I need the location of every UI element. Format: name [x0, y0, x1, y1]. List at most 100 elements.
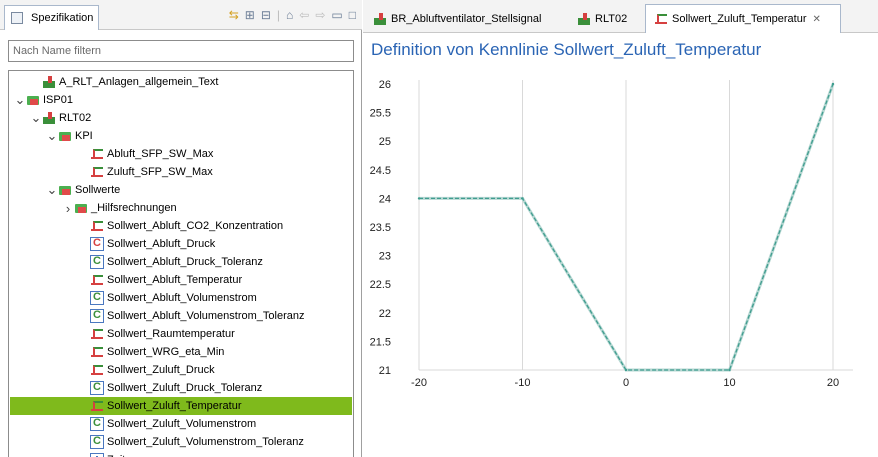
folder-icon [26, 93, 40, 107]
x-tick-label: 10 [723, 377, 735, 389]
plant-icon [577, 12, 591, 26]
spezifikation-panel: Spezifikation ⇆ ⊞ ⊟ | ⌂ ⇦ ⇨ ▭ □ A_RLT_An… [0, 0, 362, 457]
tree-item-label: Sollwert_Abluft_Volumenstrom_Toleranz [107, 310, 305, 322]
kennlinie-chart: 21 21.5 22 22.5 23 23.5 24 24.5 25 25.5 26 -20 -10 0 1… [370, 79, 853, 389]
data-point [624, 368, 628, 372]
curve-icon [90, 147, 104, 161]
param-icon [90, 291, 104, 305]
tree-item[interactable]: ⌄ Sollwerte [10, 181, 352, 199]
tree-item[interactable]: Sollwert_Zuluft_Druck [10, 361, 352, 379]
minimize-icon[interactable]: ▭ [331, 8, 342, 22]
expand-all-icon[interactable]: ⊞ [245, 8, 255, 22]
tree-item[interactable]: Sollwert_Abluft_Volumenstrom [10, 289, 352, 307]
view-tab-label: Spezifikation [31, 12, 94, 24]
tree-item[interactable]: Sollwert_Abluft_CO2_Konzentration [10, 217, 352, 235]
separator-icon: | [276, 8, 281, 22]
tree-item[interactable]: Sollwert_Raumtemperatur [10, 325, 352, 343]
tree-item[interactable]: Sollwert_Zuluft_Volumenstrom_Toleranz [10, 433, 352, 451]
folder-icon [58, 129, 72, 143]
forward-icon[interactable]: ⇨ [315, 8, 325, 22]
back-icon[interactable]: ⇦ [299, 8, 309, 22]
tree-item[interactable]: Sollwert_Abluft_Druck [10, 235, 352, 253]
close-icon[interactable]: ✕ [813, 14, 821, 25]
y-tick-label: 22 [379, 308, 391, 320]
curve-icon [90, 219, 104, 233]
param-red-icon [90, 237, 104, 251]
spezifikation-tree: A_RLT_Anlagen_allgemein_Text ⌄ ISP01 ⌄ RLT02… [8, 70, 354, 457]
chevron-icon[interactable]: ⌄ [14, 92, 26, 108]
tree-item[interactable]: Zuluft_SFP_SW_Max [10, 163, 352, 181]
editor-tab-br-abluftventilator[interactable]: BR_Abluftventilator_Stellsignal [365, 4, 565, 33]
tree-item[interactable]: Sollwert_Zuluft_Temperatur [10, 397, 352, 415]
tree-item[interactable]: Zeitprogramm [10, 451, 352, 457]
collapse-all-icon[interactable]: ⊟ [261, 8, 271, 22]
param-icon [90, 381, 104, 395]
tree-item[interactable]: A_RLT_Anlagen_allgemein_Text [10, 73, 352, 91]
chevron-icon[interactable]: ⌄ [46, 128, 58, 144]
data-point [417, 197, 421, 200]
editor-tab-label: RLT02 [595, 12, 628, 25]
tree-item[interactable]: Sollwert_Abluft_Volumenstrom_Toleranz [10, 307, 352, 325]
curve-icon [90, 165, 104, 179]
param-icon [90, 309, 104, 323]
tree-item[interactable]: ⌄ ISP01 [10, 91, 352, 109]
tree-item-label: Sollwert_Abluft_CO2_Konzentration [107, 220, 284, 232]
tree-item-label: _Hilfsrechnungen [91, 202, 177, 214]
panel-toolbar-icons: ⇆ ⊞ ⊟ | ⌂ ⇦ ⇨ ▭ □ [229, 8, 356, 22]
chevron-icon[interactable]: › [62, 201, 74, 216]
editor-tab-label: Sollwert_Zuluft_Temperatur [672, 13, 807, 25]
tree-item-label: Sollwert_Zuluft_Druck_Toleranz [107, 382, 263, 394]
curve-icon [90, 345, 104, 359]
plant-icon [42, 75, 56, 89]
tree-item[interactable]: Abluft_SFP_SW_Max [10, 145, 352, 163]
curve-icon [654, 12, 668, 26]
chevron-icon[interactable]: ⌄ [46, 182, 58, 198]
curve-icon [90, 363, 104, 377]
view-tab-spezifikation[interactable]: Spezifikation [4, 5, 99, 30]
tree-item[interactable]: Sollwert_Abluft_Druck_Toleranz [10, 253, 352, 271]
plant-icon [42, 111, 56, 125]
tree-item-label: Sollwert_Zuluft_Volumenstrom_Toleranz [107, 436, 304, 448]
tree-item[interactable]: › _Hilfsrechnungen [10, 199, 352, 217]
tree-item-label: Zuluft_SFP_SW_Max [107, 166, 213, 178]
tree-item[interactable]: Sollwert_Zuluft_Volumenstrom [10, 415, 352, 433]
filter-input[interactable] [8, 40, 354, 62]
tree-item[interactable]: ⌄ KPI [10, 127, 352, 145]
tree-item-label: Sollwerte [75, 184, 121, 196]
folder-icon [58, 183, 72, 197]
tree-item-label: KPI [75, 130, 93, 142]
editor-tab-rlt02[interactable]: RLT02 [569, 4, 641, 33]
tree-item[interactable]: Sollwert_Zuluft_Druck_Toleranz [10, 379, 352, 397]
x-tick-label: -20 [411, 377, 427, 389]
maximize-icon[interactable]: □ [349, 8, 356, 22]
tree-item-label: ISP01 [43, 94, 73, 106]
editor-tab-sollwert-zuluft-temperatur[interactable]: Sollwert_Zuluft_Temperatur ✕ [645, 4, 841, 33]
y-tick-label: 24.5 [370, 165, 391, 177]
tree-item-label: Abluft_SFP_SW_Max [107, 148, 214, 160]
tree-item-label: Sollwert_Abluft_Druck_Toleranz [107, 256, 263, 268]
tree-item-label: Sollwert_Abluft_Temperatur [107, 274, 243, 286]
y-tick-label: 23 [379, 251, 391, 263]
tree-item[interactable]: ⌄ RLT02 [10, 109, 352, 127]
chevron-icon[interactable]: ⌄ [30, 110, 42, 126]
plant-icon [373, 12, 387, 26]
clock-icon [90, 453, 104, 457]
data-point [521, 197, 524, 200]
sync-icon[interactable]: ⇆ [229, 8, 239, 22]
tree-item-label: Sollwert_Zuluft_Druck [107, 364, 215, 376]
tree-item-label: Sollwert_WRG_eta_Min [107, 346, 225, 358]
data-point [728, 368, 731, 372]
tree-item-label: Sollwert_Zuluft_Temperatur [107, 400, 242, 412]
curve-icon [90, 327, 104, 341]
tree-item[interactable]: Sollwert_WRG_eta_Min [10, 343, 352, 361]
panel-toolbar: Spezifikation ⇆ ⊞ ⊟ | ⌂ ⇦ ⇨ ▭ □ [0, 0, 362, 30]
x-tick-label: 0 [623, 377, 629, 389]
tree-item[interactable]: Sollwert_Abluft_Temperatur [10, 271, 352, 289]
y-tick-label: 21.5 [370, 336, 391, 348]
home-icon[interactable]: ⌂ [286, 8, 293, 22]
tree-item-label: Sollwert_Abluft_Volumenstrom [107, 292, 257, 304]
y-tick-label: 25 [379, 136, 391, 148]
tree-item-label: Sollwert_Abluft_Druck [107, 238, 216, 250]
y-tick-label: 24 [379, 193, 391, 205]
curve-icon [90, 399, 104, 413]
